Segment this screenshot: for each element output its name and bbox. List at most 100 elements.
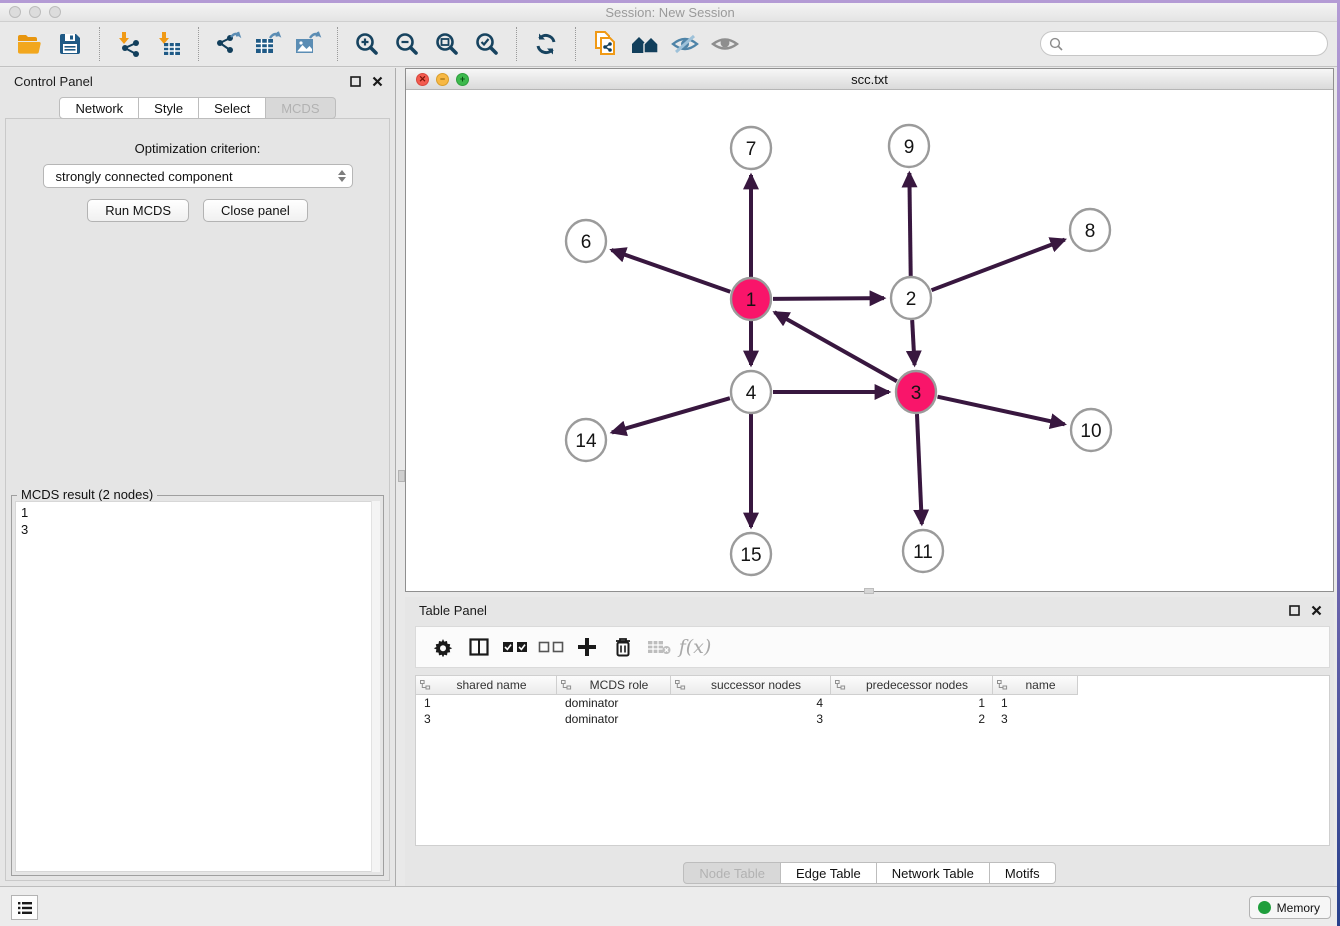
status-bar: Memory [0,886,1340,926]
table-cell[interactable]: dominator [557,695,671,711]
hide-selected-icon[interactable] [665,25,705,63]
graph-node-4[interactable]: 4 [731,371,771,413]
function-builder-icon[interactable]: f(x) [680,632,710,662]
table-cell[interactable]: 3 [416,711,557,727]
graph-edge-3-1[interactable] [775,312,897,381]
graph-edge-4-14[interactable] [612,398,730,432]
zoom-out-icon[interactable] [387,25,427,63]
control-panel-title: Control Panel [14,74,341,89]
network-view-window: ✕ − + scc.txt 7 9 6 8 1 2 4 3 14 10 15 11 [405,68,1334,592]
first-neighbors-icon[interactable] [625,25,665,63]
splitter-handle-horizontal[interactable] [864,588,874,594]
table-cell[interactable]: 4 [671,695,831,711]
memory-button[interactable]: Memory [1249,896,1331,919]
delete-table-icon[interactable] [644,632,674,662]
table-cell[interactable]: 3 [993,711,1078,727]
export-table-icon[interactable] [248,25,288,63]
column-header-successor-nodes[interactable]: successor nodes [671,676,831,695]
graph-edge-3-10[interactable] [937,397,1064,425]
add-column-icon[interactable] [572,632,602,662]
table-row[interactable]: 3dominator323 [416,711,1329,727]
tab-mcds[interactable]: MCDS [266,97,335,119]
network-canvas[interactable]: 7 9 6 8 1 2 4 3 14 10 15 11 [406,91,1333,591]
graph-edge-3-11[interactable] [917,414,922,524]
unselect-all-columns-icon[interactable] [536,632,566,662]
graph-node-3[interactable]: 3 [896,371,936,413]
application-window: Session: New Session [0,0,1340,926]
graph-edge-2-9[interactable] [909,173,910,276]
graph-node-10[interactable]: 10 [1071,409,1111,451]
graph-node-6[interactable]: 6 [566,220,606,262]
close-panel-icon[interactable] [369,73,385,89]
delete-column-icon[interactable] [608,632,638,662]
table-tab-node-table[interactable]: Node Table [683,862,781,884]
graph-edge-2-8[interactable] [932,240,1065,291]
graph-node-7[interactable]: 7 [731,127,771,169]
column-header-shared-name[interactable]: shared name [416,676,557,695]
toolbar-separator [99,27,100,61]
tab-select[interactable]: Select [199,97,266,119]
tab-style[interactable]: Style [139,97,199,119]
graph-node-label: 8 [1085,221,1096,242]
table-cell[interactable]: 2 [831,711,993,727]
graph-node-label: 3 [911,383,922,404]
float-table-panel-icon[interactable] [1286,602,1302,618]
table-cell[interactable]: 1 [416,695,557,711]
close-panel-button[interactable]: Close panel [203,199,308,222]
run-mcds-button[interactable]: Run MCDS [87,199,189,222]
graph-edge-1-6[interactable] [611,250,730,292]
task-history-button[interactable] [11,895,38,920]
search-box[interactable] [1040,31,1328,56]
table-options-icon[interactable] [428,632,458,662]
node-table[interactable]: shared nameMCDS rolesuccessor nodesprede… [415,675,1330,846]
graph-node-15[interactable]: 15 [731,533,771,575]
open-session-icon[interactable] [10,25,50,63]
search-input[interactable] [1068,36,1319,51]
select-all-columns-icon[interactable] [500,632,530,662]
graph-edge-1-2[interactable] [773,298,884,299]
column-header-name[interactable]: name [993,676,1078,695]
graph-edge-2-3[interactable] [912,320,914,365]
graph-node-14[interactable]: 14 [566,419,606,461]
result-scrollbar[interactable] [371,501,380,872]
import-network-icon[interactable] [109,25,149,63]
zoom-in-icon[interactable] [347,25,387,63]
export-network-icon[interactable] [208,25,248,63]
table-cell[interactable]: 3 [671,711,831,727]
splitter-handle-vertical[interactable] [398,470,405,482]
desktop-edge-top [0,0,1340,3]
float-panel-icon[interactable] [347,73,363,89]
graph-node-1[interactable]: 1 [731,278,771,320]
table-cell[interactable]: 1 [831,695,993,711]
optimization-criterion-select[interactable]: strongly connected component [43,164,353,188]
list-icon [17,901,33,915]
table-tab-network-table[interactable]: Network Table [877,862,990,884]
table-row[interactable]: 1dominator411 [416,695,1329,711]
network-graph[interactable]: 7 9 6 8 1 2 4 3 14 10 15 11 [406,91,1333,592]
mcds-result-list[interactable]: 13 [15,501,380,872]
show-column-icon[interactable] [464,632,494,662]
table-tab-motifs[interactable]: Motifs [990,862,1056,884]
network-window-titlebar[interactable]: ✕ − + scc.txt [406,69,1333,90]
table-cell[interactable]: dominator [557,711,671,727]
zoom-selected-icon[interactable] [467,25,507,63]
column-header-predecessor-nodes[interactable]: predecessor nodes [831,676,993,695]
graph-node-11[interactable]: 11 [903,530,943,572]
refresh-icon[interactable] [526,25,566,63]
close-table-panel-icon[interactable] [1308,602,1324,618]
export-image-icon[interactable] [288,25,328,63]
show-all-icon[interactable] [705,25,745,63]
import-table-icon[interactable] [149,25,189,63]
duplicate-network-icon[interactable] [585,25,625,63]
table-tab-edge-table[interactable]: Edge Table [781,862,877,884]
toolbar-separator [337,27,338,61]
graph-node-9[interactable]: 9 [889,125,929,167]
save-session-icon[interactable] [50,25,90,63]
zoom-fit-icon[interactable] [427,25,467,63]
graph-node-8[interactable]: 8 [1070,209,1110,251]
graph-node-2[interactable]: 2 [891,277,931,319]
table-cell[interactable]: 1 [993,695,1078,711]
column-header-MCDS-role[interactable]: MCDS role [557,676,671,695]
tab-network[interactable]: Network [59,97,139,119]
mcds-result-legend: MCDS result (2 nodes) [17,487,157,502]
